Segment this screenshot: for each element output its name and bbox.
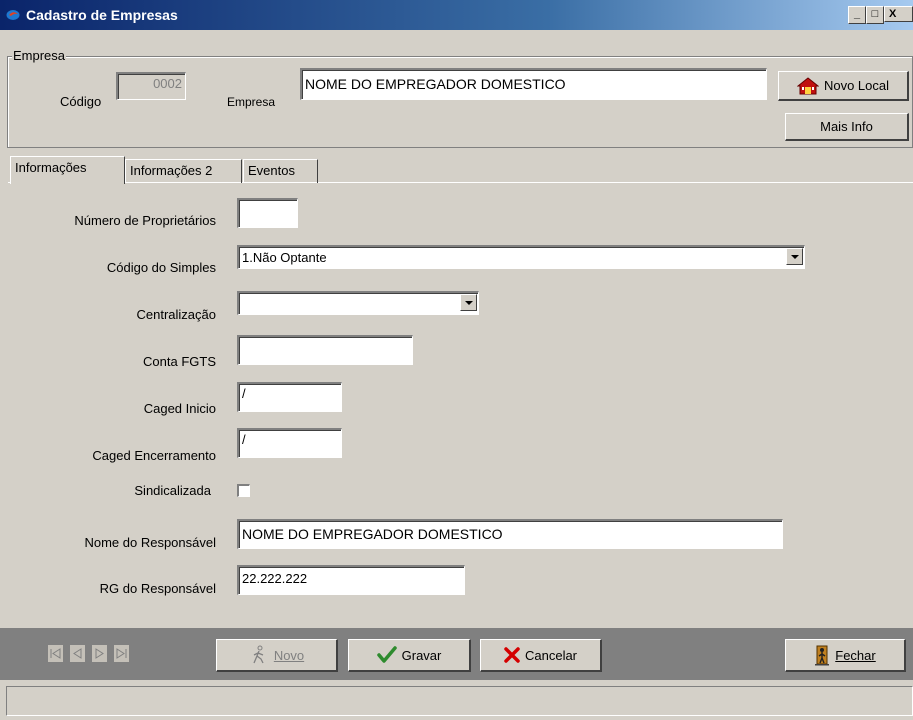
empresa-label: Empresa	[227, 95, 276, 109]
novo-local-button[interactable]: Novo Local	[778, 71, 909, 101]
sindicalizada-checkbox[interactable]	[237, 484, 250, 497]
codigo-field[interactable]: 0002	[116, 72, 186, 100]
mais-info-button[interactable]: Mais Info	[785, 113, 909, 141]
tab-informacoes[interactable]: Informações	[10, 156, 125, 184]
novo-button[interactable]: Novo	[216, 639, 338, 672]
novo-local-label: Novo Local	[823, 78, 890, 93]
window-title: Cadastro de Empresas	[26, 7, 178, 23]
caged-encerramento-field[interactable]: /	[237, 428, 342, 458]
gravar-label: Gravar	[401, 647, 442, 663]
sindicalizada-label: Sindicalizada	[134, 483, 211, 498]
title-bar[interactable]: Cadastro de Empresas _ □ X	[0, 0, 913, 30]
next-record-button[interactable]	[91, 644, 108, 663]
last-icon	[116, 648, 127, 659]
next-icon	[95, 648, 104, 659]
empresa-group-legend: Empresa	[12, 48, 67, 63]
fechar-label: Fechar	[835, 647, 876, 663]
tab-informacoes-2[interactable]: Informações 2	[125, 159, 242, 183]
codigo-simples-value: 1.Não Optante	[242, 250, 327, 265]
cancelar-label: Cancelar	[524, 647, 578, 663]
first-record-button[interactable]	[47, 644, 64, 663]
close-button[interactable]: X	[884, 6, 913, 22]
caged-encerramento-label: Caged Encerramento	[92, 448, 216, 463]
previous-icon	[73, 648, 82, 659]
x-icon	[504, 647, 520, 663]
first-icon	[50, 648, 61, 659]
rg-responsavel-field[interactable]: 22.222.222	[237, 565, 465, 595]
centralizacao-select[interactable]	[237, 291, 479, 315]
caged-inicio-field[interactable]: /	[237, 382, 342, 412]
novo-label: Novo	[273, 647, 305, 663]
status-bar	[6, 686, 913, 716]
walking-person-icon	[253, 645, 264, 664]
minimize-button[interactable]: _	[848, 6, 866, 24]
previous-record-button[interactable]	[69, 644, 86, 663]
num-proprietarios-field[interactable]	[237, 198, 298, 228]
rg-responsavel-label: RG do Responsável	[99, 581, 216, 596]
empresa-field[interactable]: NOME DO EMPREGADOR DOMESTICO	[300, 68, 767, 100]
maximize-button[interactable]: □	[866, 6, 884, 24]
app-icon	[6, 10, 20, 20]
tab-eventos[interactable]: Eventos	[243, 159, 318, 183]
conta-fgts-label: Conta FGTS	[143, 354, 216, 369]
building-icon	[796, 76, 819, 94]
nome-responsavel-label: Nome do Responsável	[84, 535, 216, 550]
gravar-button[interactable]: Gravar	[348, 639, 471, 672]
chevron-down-icon[interactable]	[460, 294, 477, 311]
num-proprietarios-label: Número de Proprietários	[74, 213, 216, 228]
centralizacao-label: Centralização	[136, 307, 217, 322]
last-record-button[interactable]	[113, 644, 130, 663]
codigo-simples-select[interactable]: 1.Não Optante	[237, 245, 805, 269]
checkmark-icon	[376, 646, 397, 663]
conta-fgts-field[interactable]	[237, 335, 413, 365]
caged-inicio-label: Caged Inicio	[143, 401, 216, 416]
codigo-label: Código	[60, 94, 102, 109]
exit-door-icon	[815, 645, 830, 666]
nome-responsavel-field[interactable]: NOME DO EMPREGADOR DOMESTICO	[237, 519, 783, 549]
chevron-down-icon[interactable]	[786, 248, 803, 265]
codigo-simples-label: Código do Simples	[106, 260, 216, 275]
cancelar-button[interactable]: Cancelar	[480, 639, 602, 672]
fechar-button[interactable]: Fechar	[785, 639, 906, 672]
